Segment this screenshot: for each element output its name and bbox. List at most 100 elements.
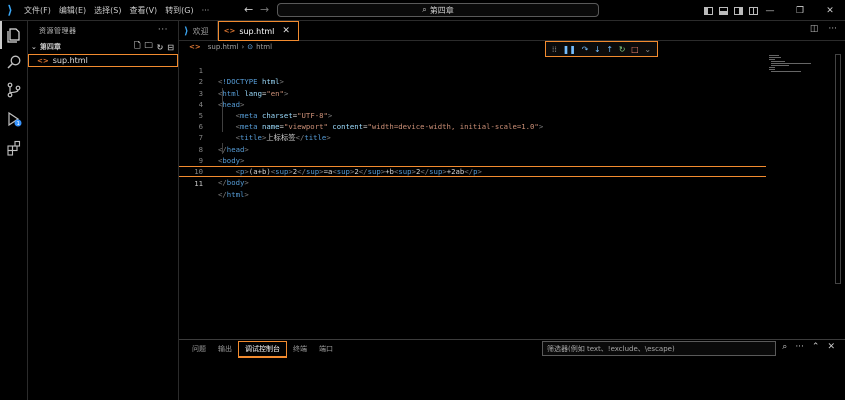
toggle-panel-icon[interactable] [719, 6, 728, 15]
menu-edit[interactable]: 编辑(E) [55, 0, 90, 21]
collapse-all-icon[interactable]: ⊟ [167, 43, 174, 52]
tab-problems[interactable]: 问题 [186, 342, 212, 356]
sidebar-title: 资源管理器 [39, 27, 77, 35]
search-icon: ⌕ [422, 5, 427, 14]
window-controls: — ❐ ✕ [755, 0, 845, 21]
folder-row[interactable]: ⌄ 第四章 🗋 🗀 ↻ ⊟ [28, 41, 178, 53]
tab-debug-console[interactable]: 调试控制台 [238, 340, 287, 358]
command-center-search[interactable]: ⌕ 第四章 [277, 3, 599, 17]
filter-input[interactable] [542, 341, 776, 356]
editor-area: ⟩ 欢迎 <> sup.html ✕ ◫ ··· ⁞⁞ ❚❚ ↷ ↓ ↑ ↻ □… [179, 21, 845, 339]
step-out-icon[interactable]: ↑ [606, 45, 613, 54]
source-control-icon[interactable] [5, 81, 23, 99]
svg-text:1: 1 [17, 121, 20, 127]
new-folder-icon[interactable]: 🗀 [145, 40, 153, 54]
code-editor[interactable]: 1 <!DOCTYPE html> 2 <html lang="en"> 3 <… [179, 54, 819, 199]
explorer-sidebar: 资源管理器 ··· ⌄ 第四章 🗋 🗀 ↻ ⊟ <> sup.html [28, 21, 179, 400]
pause-icon[interactable]: ❚❚ [563, 45, 576, 54]
toggle-secondary-sidebar-icon[interactable] [734, 6, 743, 15]
drag-handle-icon[interactable]: ⁞⁞ [552, 45, 557, 54]
html-file-icon: <> [37, 56, 49, 65]
code-token: html [226, 190, 245, 200]
menu-goto[interactable]: 转到(G) [161, 0, 197, 21]
close-icon[interactable]: ✕ [282, 26, 290, 36]
chevron-down-icon[interactable]: ⌄ [644, 45, 651, 54]
chevron-down-icon: ⌄ [31, 43, 37, 51]
tab-terminal[interactable]: 终端 [287, 342, 313, 356]
activity-bar: 1 [0, 21, 28, 400]
split-editor-icon[interactable]: ◫ [810, 24, 819, 34]
vscode-logo-icon[interactable]: ⟩ [0, 0, 20, 21]
code-token: body [226, 178, 245, 188]
code-line-current[interactable]: 11 </html> [179, 165, 766, 199]
vertical-scrollbar[interactable] [835, 54, 841, 284]
element-icon: ⊙ [247, 43, 254, 51]
search-icon[interactable] [5, 53, 23, 71]
code-line[interactable]: 7 </head> [179, 121, 819, 153]
chevron-up-icon[interactable]: ⌃ [812, 342, 820, 352]
tab-output[interactable]: 输出 [212, 342, 238, 356]
command-center-text: 第四章 [429, 5, 454, 15]
forward-arrow-icon[interactable]: → [260, 3, 269, 16]
panel-tabs: 问题 输出 调试控制台 终端 端口 [179, 340, 339, 358]
restore-button[interactable]: ❐ [785, 0, 815, 21]
layout-controls [704, 0, 758, 21]
stop-icon[interactable]: □ [631, 45, 639, 54]
tab-welcome[interactable]: ⟩ 欢迎 [179, 21, 218, 41]
code-line[interactable]: 8 <body> [179, 132, 819, 165]
menu-more[interactable]: ··· [198, 0, 214, 21]
active-indicator [0, 21, 2, 49]
back-arrow-icon[interactable]: ← [244, 3, 253, 16]
tab-label: 欢迎 [192, 26, 209, 36]
more-actions-icon[interactable]: ··· [795, 342, 804, 352]
vscode-logo-icon: ⟩ [184, 25, 189, 37]
code-line[interactable]: 9 <p>(a+b)<sup>2</sup>=a<sup>2</sup>+b<s… [179, 144, 819, 176]
code-line[interactable]: 1 <!DOCTYPE html> [179, 54, 819, 86]
toggle-primary-sidebar-icon[interactable] [704, 6, 713, 15]
minimap[interactable] [769, 54, 819, 74]
tab-sup-html[interactable]: <> sup.html ✕ [217, 21, 299, 41]
code-line[interactable]: 10 </body> [179, 155, 819, 187]
search-icon[interactable]: ⌕ [782, 342, 787, 352]
panel-actions: ⌕ ··· ⌃ ✕ [782, 342, 835, 352]
more-actions-icon[interactable]: ··· [828, 24, 837, 34]
editor-tabs: ⟩ 欢迎 <> sup.html ✕ [179, 21, 845, 41]
code-line[interactable]: 4 <meta charset="UTF-8"> [179, 88, 819, 120]
code-line[interactable]: 5 <meta name="viewport" content="width=d… [179, 99, 819, 131]
explorer-icon[interactable] [5, 26, 23, 44]
minimize-button[interactable]: — [755, 0, 785, 21]
refresh-icon[interactable]: ↻ [157, 43, 164, 52]
tab-ports[interactable]: 端口 [313, 342, 339, 356]
folder-name: 第四章 [39, 43, 61, 51]
breadcrumb-file[interactable]: sup.html [208, 43, 239, 51]
html-file-icon: <> [223, 27, 236, 35]
line-number: 11 [194, 179, 203, 189]
restart-icon[interactable]: ↻ [619, 45, 626, 54]
step-over-icon[interactable]: ↷ [582, 45, 589, 54]
code-line[interactable]: 6 <title>上标标签</title> [179, 110, 819, 142]
folder-actions: 🗋 🗀 ↻ ⊟ [134, 41, 174, 53]
file-name: sup.html [52, 56, 88, 65]
run-debug-icon[interactable]: 1 [5, 110, 23, 128]
close-window-button[interactable]: ✕ [815, 0, 845, 21]
more-actions-icon[interactable]: ··· [158, 25, 168, 35]
file-item-sup-html[interactable]: <> sup.html [28, 54, 178, 67]
extensions-icon[interactable] [5, 139, 23, 157]
bottom-panel: 问题 输出 调试控制台 终端 端口 ⌕ ··· ⌃ ✕ [179, 339, 845, 400]
breadcrumb-element[interactable]: html [256, 43, 272, 51]
step-into-icon[interactable]: ↓ [594, 45, 601, 54]
title-bar: ⟩ 文件(F) 编辑(E) 选择(S) 查看(V) 转到(G) ··· ← → … [0, 0, 845, 21]
menu-file[interactable]: 文件(F) [20, 0, 55, 21]
menu-selection[interactable]: 选择(S) [90, 0, 125, 21]
close-icon[interactable]: ✕ [827, 342, 835, 352]
sidebar-header: 资源管理器 ··· [28, 21, 178, 41]
editor-actions: ◫ ··· [810, 24, 837, 34]
menu-view[interactable]: 查看(V) [125, 0, 161, 21]
breadcrumb-separator: › [241, 43, 245, 51]
code-line[interactable]: 2 <html lang="en"> [179, 65, 819, 97]
code-line[interactable]: 3 <head> [179, 76, 819, 109]
new-file-icon[interactable]: 🗋 [134, 40, 140, 54]
breadcrumb: <> sup.html › ⊙ html [179, 41, 845, 53]
tab-label: sup.html [239, 26, 275, 36]
html-file-icon: <> [189, 43, 201, 51]
